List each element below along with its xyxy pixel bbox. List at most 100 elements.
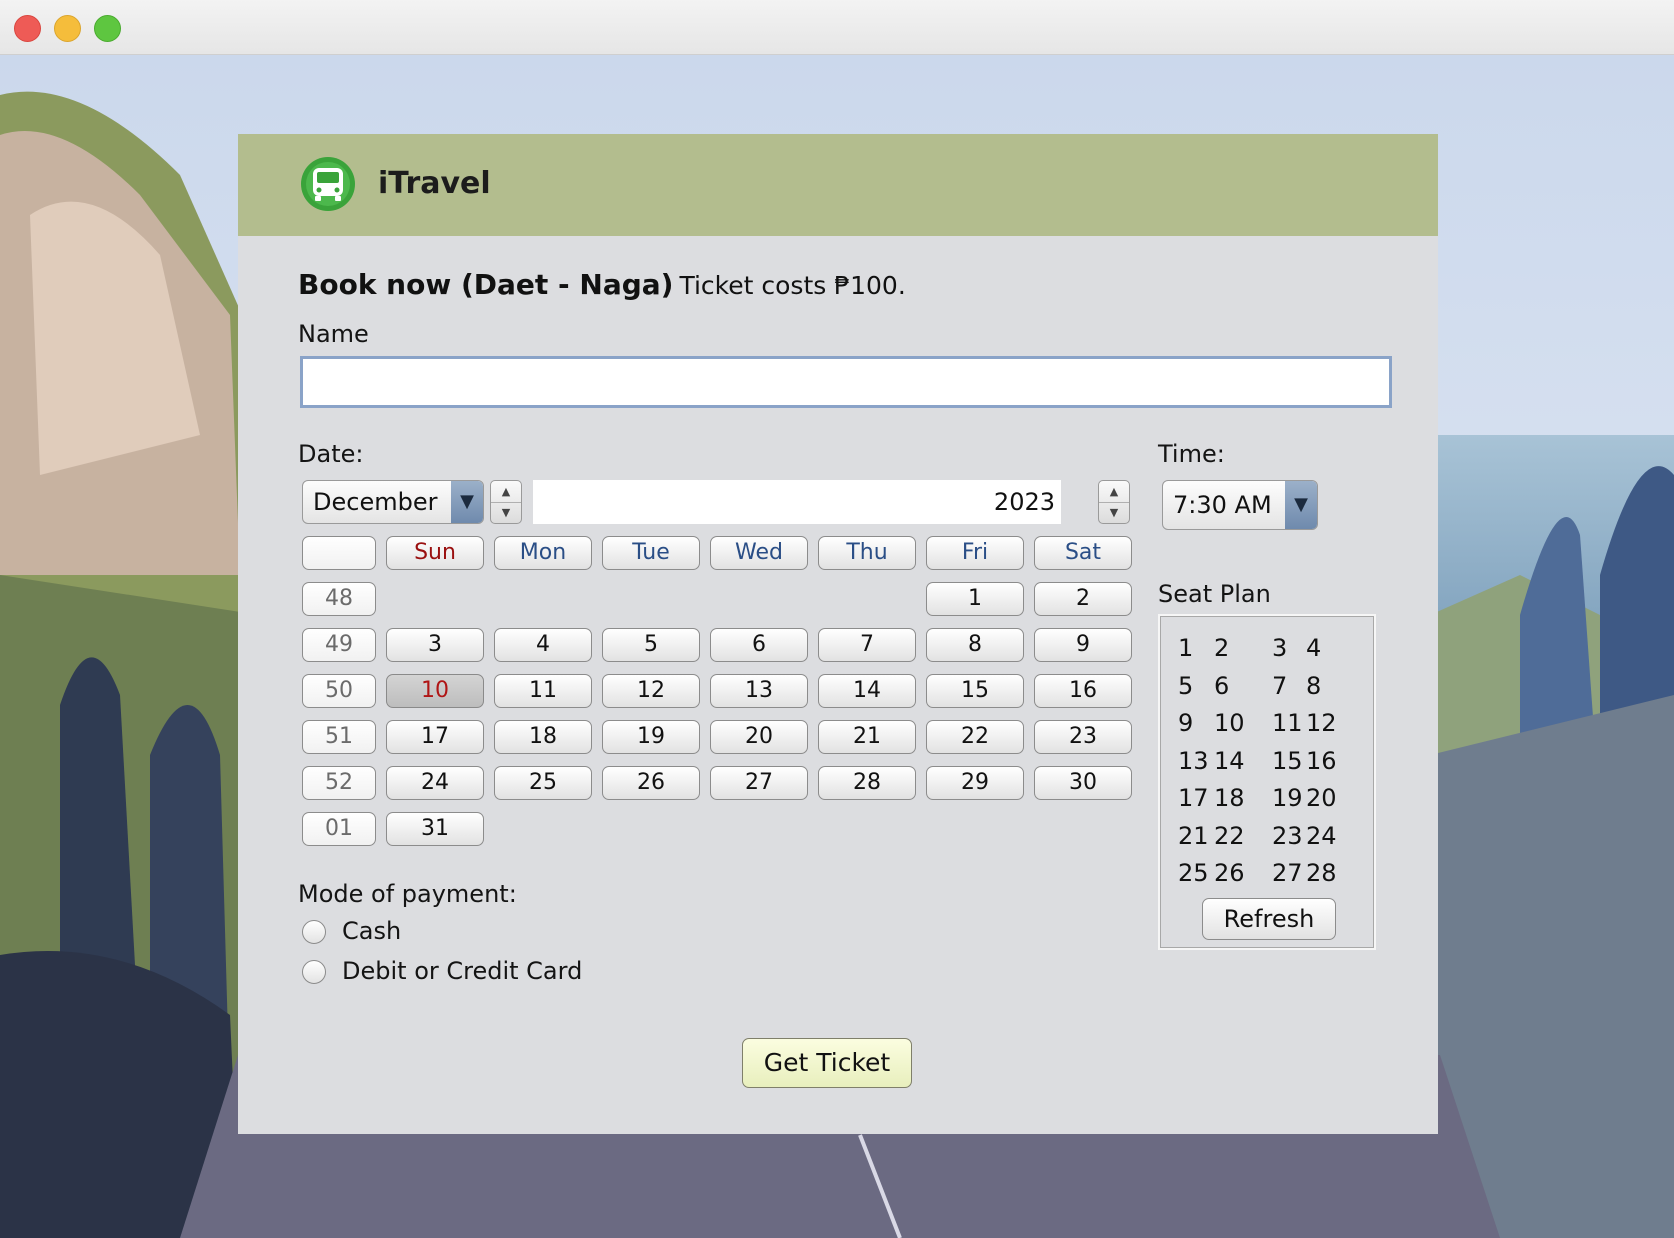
seat-number: 1 bbox=[1178, 634, 1194, 662]
chevron-down-icon[interactable]: ▼ bbox=[1285, 481, 1317, 529]
time-value: 7:30 AM bbox=[1173, 491, 1272, 519]
calendar-day-2[interactable]: 2 bbox=[1034, 582, 1132, 616]
year-field[interactable]: 2023 bbox=[533, 480, 1061, 524]
app-title: iTravel bbox=[378, 166, 491, 201]
calendar-day-17[interactable]: 17 bbox=[386, 720, 484, 754]
calendar-day-5[interactable]: 5 bbox=[602, 628, 700, 662]
day-header-mon: Mon bbox=[494, 536, 592, 570]
calendar-day-10[interactable]: 10 bbox=[386, 674, 484, 708]
time-select[interactable]: 7:30 AM ▼ bbox=[1162, 480, 1318, 530]
calendar-day-24[interactable]: 24 bbox=[386, 766, 484, 800]
chevron-down-icon[interactable]: ▼ bbox=[451, 481, 483, 523]
seat-number: 13 bbox=[1178, 746, 1209, 775]
day-header-tue: Tue bbox=[602, 536, 700, 570]
week-number: 01 bbox=[302, 812, 376, 846]
seat-number: 7 bbox=[1272, 671, 1288, 700]
minimize-button[interactable] bbox=[54, 15, 81, 42]
month-spinner[interactable]: ▲ ▼ bbox=[490, 480, 522, 524]
seat-number: 10 bbox=[1214, 709, 1245, 737]
calendar-day-1[interactable]: 1 bbox=[926, 582, 1024, 616]
seat-number: 2 bbox=[1214, 634, 1230, 662]
calendar-day-31[interactable]: 31 bbox=[386, 812, 484, 846]
app-header: iTravel bbox=[238, 134, 1438, 236]
year-spinner[interactable]: ▲ ▼ bbox=[1098, 480, 1130, 524]
calendar-day-13[interactable]: 13 bbox=[710, 674, 808, 708]
calendar-day-9[interactable]: 9 bbox=[1034, 628, 1132, 662]
calendar-day-14[interactable]: 14 bbox=[818, 674, 916, 708]
seat-number: 14 bbox=[1214, 746, 1245, 775]
seat-number: 23 bbox=[1272, 821, 1303, 850]
calendar-day-28[interactable]: 28 bbox=[818, 766, 916, 800]
day-header-thu: Thu bbox=[818, 536, 916, 570]
get-ticket-button[interactable]: Get Ticket bbox=[742, 1038, 912, 1088]
bus-icon bbox=[298, 156, 358, 212]
card-option-label[interactable]: Debit or Credit Card bbox=[342, 957, 582, 985]
seat-number: 5 bbox=[1178, 671, 1194, 700]
week-number: 48 bbox=[302, 582, 376, 616]
week-number: 50 bbox=[302, 674, 376, 708]
cash-radio[interactable] bbox=[302, 920, 326, 944]
seat-number: 9 bbox=[1178, 709, 1194, 737]
day-header-fri: Fri bbox=[926, 536, 1024, 570]
spinner-up-icon[interactable]: ▲ bbox=[1099, 481, 1129, 503]
payment-label: Mode of payment: bbox=[298, 880, 517, 908]
seat-number: 21 bbox=[1178, 821, 1209, 850]
calendar-day-4[interactable]: 4 bbox=[494, 628, 592, 662]
calendar-day-23[interactable]: 23 bbox=[1034, 720, 1132, 754]
seat-plan-label: Seat Plan bbox=[1158, 580, 1271, 608]
spinner-up-icon[interactable]: ▲ bbox=[491, 481, 521, 503]
month-select[interactable]: December ▼ bbox=[302, 480, 484, 524]
calendar-day-7[interactable]: 7 bbox=[818, 628, 916, 662]
calendar-day-21[interactable]: 21 bbox=[818, 720, 916, 754]
calendar-day-6[interactable]: 6 bbox=[710, 628, 808, 662]
card-radio[interactable] bbox=[302, 960, 326, 984]
month-value: December bbox=[313, 488, 438, 516]
seat-number: 11 bbox=[1272, 709, 1303, 737]
refresh-button[interactable]: Refresh bbox=[1202, 898, 1336, 940]
calendar-day-27[interactable]: 27 bbox=[710, 766, 808, 800]
seat-number: 17 bbox=[1178, 784, 1209, 812]
route-heading: Book now (Daet - Naga) bbox=[298, 268, 674, 301]
spinner-down-icon[interactable]: ▼ bbox=[491, 502, 521, 523]
seat-number: 22 bbox=[1214, 821, 1245, 850]
seat-number: 8 bbox=[1306, 671, 1322, 700]
calendar-day-12[interactable]: 12 bbox=[602, 674, 700, 708]
calendar-day-18[interactable]: 18 bbox=[494, 720, 592, 754]
calendar-day-26[interactable]: 26 bbox=[602, 766, 700, 800]
week-number: 52 bbox=[302, 766, 376, 800]
day-header-sat: Sat bbox=[1034, 536, 1132, 570]
calendar-day-22[interactable]: 22 bbox=[926, 720, 1024, 754]
calendar-day-8[interactable]: 8 bbox=[926, 628, 1024, 662]
week-number: 49 bbox=[302, 628, 376, 662]
close-button[interactable] bbox=[14, 15, 41, 42]
seat-number: 12 bbox=[1306, 709, 1337, 737]
seat-number: 6 bbox=[1214, 671, 1230, 700]
calendar-day-11[interactable]: 11 bbox=[494, 674, 592, 708]
calendar-day-19[interactable]: 19 bbox=[602, 720, 700, 754]
calendar-corner bbox=[302, 536, 376, 570]
seat-number: 3 bbox=[1272, 634, 1288, 662]
day-header-wed: Wed bbox=[710, 536, 808, 570]
calendar-day-16[interactable]: 16 bbox=[1034, 674, 1132, 708]
seat-plan: 1 2 3 4 5 6 7 8 9 10 11 12 13 14 15 16 17 18 19 20 21 22 23 24 2… bbox=[1158, 614, 1376, 950]
page-heading: Book now (Daet - Naga) Ticket costs ₱100. bbox=[298, 268, 906, 301]
seat-number: 24 bbox=[1306, 821, 1337, 850]
seat-number: 15 bbox=[1272, 746, 1303, 775]
calendar-day-15[interactable]: 15 bbox=[926, 674, 1024, 708]
calendar-day-30[interactable]: 30 bbox=[1034, 766, 1132, 800]
calendar-day-20[interactable]: 20 bbox=[710, 720, 808, 754]
seat-number: 26 bbox=[1214, 859, 1245, 887]
seat-number: 20 bbox=[1306, 784, 1337, 812]
day-header-sun: Sun bbox=[386, 536, 484, 570]
calendar-day-3[interactable]: 3 bbox=[386, 628, 484, 662]
seat-number: 28 bbox=[1306, 859, 1337, 887]
cash-option-label[interactable]: Cash bbox=[342, 917, 401, 945]
calendar-day-29[interactable]: 29 bbox=[926, 766, 1024, 800]
time-label: Time: bbox=[1158, 440, 1225, 468]
zoom-button[interactable] bbox=[94, 15, 121, 42]
window-titlebar bbox=[0, 0, 1674, 55]
name-input[interactable] bbox=[300, 356, 1392, 408]
ticket-price-text: Ticket costs ₱100. bbox=[679, 271, 906, 300]
calendar-day-25[interactable]: 25 bbox=[494, 766, 592, 800]
spinner-down-icon[interactable]: ▼ bbox=[1099, 502, 1129, 523]
